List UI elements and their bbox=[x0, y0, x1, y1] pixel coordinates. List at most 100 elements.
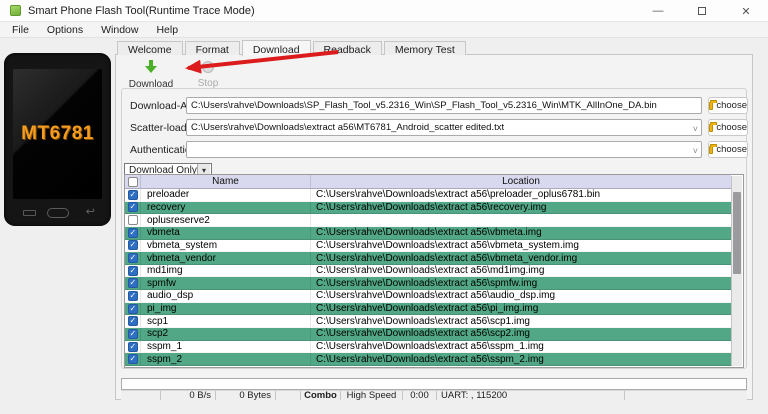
tab-bar: Welcome Format Download Readback Memory … bbox=[117, 40, 468, 56]
scrollbar-thumb[interactable] bbox=[733, 192, 741, 274]
phone-menu-icon bbox=[23, 210, 36, 216]
table-row[interactable]: vbmeta_system C:\Users\rahve\Downloads\e… bbox=[125, 239, 731, 253]
name-column-header[interactable]: Name bbox=[141, 175, 311, 188]
maximize-button[interactable] bbox=[680, 0, 724, 22]
location-column-header[interactable]: Location bbox=[311, 175, 731, 188]
choose-label: choose bbox=[716, 144, 747, 155]
menu-window[interactable]: Window bbox=[92, 23, 147, 37]
row-checkbox[interactable] bbox=[127, 290, 138, 301]
checkbox-cell bbox=[125, 264, 141, 277]
folder-icon bbox=[709, 121, 718, 132]
row-checkbox[interactable] bbox=[127, 240, 138, 251]
status-speed: 0 B/s bbox=[161, 390, 216, 401]
phone-home-icon bbox=[46, 208, 69, 218]
select-all-cell bbox=[125, 175, 141, 188]
stop-button[interactable]: Stop bbox=[183, 60, 233, 89]
row-checkbox[interactable] bbox=[127, 215, 138, 226]
status-empty bbox=[121, 391, 161, 400]
chevron-down-icon[interactable]: ˅ bbox=[693, 122, 698, 135]
row-checkbox[interactable] bbox=[127, 189, 138, 200]
tab-readback[interactable]: Readback bbox=[312, 41, 382, 56]
select-all-checkbox[interactable] bbox=[127, 176, 138, 187]
tab-download[interactable]: Download bbox=[241, 40, 311, 56]
chipset-label: MT6781 bbox=[21, 123, 94, 144]
close-button[interactable]: ✕ bbox=[724, 0, 768, 22]
table-row[interactable]: recovery C:\Users\rahve\Downloads\extrac… bbox=[125, 201, 731, 215]
row-checkbox[interactable] bbox=[127, 253, 138, 264]
row-checkbox[interactable] bbox=[127, 202, 138, 213]
status-bar: 0 B/s 0 Bytes Combo High Speed 0:00 UART… bbox=[121, 390, 747, 401]
download-agent-input[interactable]: C:\Users\rahve\Downloads\SP_Flash_Tool_v… bbox=[186, 97, 702, 114]
table-row[interactable]: vbmeta C:\Users\rahve\Downloads\extract … bbox=[125, 226, 731, 240]
row-checkbox[interactable] bbox=[127, 328, 138, 339]
scatter-file-value: C:\Users\rahve\Downloads\extract a56\MT6… bbox=[191, 122, 505, 133]
row-name: scp2 bbox=[141, 328, 311, 340]
tab-memory-test[interactable]: Memory Test bbox=[383, 41, 466, 56]
menu-options[interactable]: Options bbox=[38, 23, 92, 37]
phone-image: MT6781 ↩ bbox=[4, 53, 111, 226]
table-row[interactable]: scp1 C:\Users\rahve\Downloads\extract a5… bbox=[125, 315, 731, 329]
table-row[interactable]: md1img C:\Users\rahve\Downloads\extract … bbox=[125, 264, 731, 278]
choose-label: choose bbox=[716, 122, 747, 133]
checkbox-cell bbox=[125, 201, 141, 214]
row-name: audio_dsp bbox=[141, 290, 311, 302]
row-name: md1img bbox=[141, 264, 311, 277]
scatter-file-row: Scatter-loading File C:\Users\rahve\Down… bbox=[122, 119, 748, 136]
table-scrollbar[interactable] bbox=[731, 176, 742, 366]
table-row[interactable]: spmfw C:\Users\rahve\Downloads\extract a… bbox=[125, 277, 731, 291]
row-checkbox[interactable] bbox=[127, 278, 138, 289]
row-name: oplusreserve2 bbox=[141, 214, 311, 226]
table-row[interactable]: vbmeta_vendor C:\Users\rahve\Downloads\e… bbox=[125, 252, 731, 265]
tab-welcome[interactable]: Welcome bbox=[117, 41, 183, 56]
checkbox-cell bbox=[125, 353, 141, 365]
row-checkbox[interactable] bbox=[127, 354, 138, 365]
row-checkbox[interactable] bbox=[127, 227, 138, 238]
scatter-file-combobox[interactable]: C:\Users\rahve\Downloads\extract a56\MT6… bbox=[186, 119, 702, 136]
download-agent-row: Download-Agent C:\Users\rahve\Downloads\… bbox=[122, 97, 748, 114]
maximize-icon bbox=[698, 7, 706, 15]
row-checkbox[interactable] bbox=[127, 316, 138, 327]
download-agent-choose-button[interactable]: choose bbox=[708, 97, 748, 114]
download-button[interactable]: Download bbox=[126, 60, 176, 90]
app-icon bbox=[10, 5, 21, 16]
stop-icon bbox=[202, 61, 214, 73]
chevron-down-icon[interactable]: ˅ bbox=[693, 144, 698, 157]
row-checkbox[interactable] bbox=[127, 303, 138, 314]
checkbox-cell bbox=[125, 290, 141, 302]
row-location: C:\Users\rahve\Downloads\extract a56\vbm… bbox=[316, 227, 542, 239]
auth-file-choose-button[interactable]: choose bbox=[708, 141, 748, 158]
progress-bar bbox=[121, 378, 747, 390]
row-location: C:\Users\rahve\Downloads\extract a56\ssp… bbox=[316, 341, 544, 352]
row-checkbox[interactable] bbox=[127, 341, 138, 352]
row-name: preloader bbox=[141, 189, 311, 201]
table-row[interactable]: preloader C:\Users\rahve\Downloads\extra… bbox=[125, 189, 731, 202]
minimize-button[interactable]: — bbox=[636, 0, 680, 22]
checkbox-cell bbox=[125, 239, 141, 252]
menu-help[interactable]: Help bbox=[147, 23, 187, 37]
checkbox-cell bbox=[125, 189, 141, 201]
folder-icon bbox=[709, 99, 718, 110]
table-row[interactable]: sspm_1 C:\Users\rahve\Downloads\extract … bbox=[125, 340, 731, 354]
row-checkbox[interactable] bbox=[127, 265, 138, 276]
phone-keys: ↩ bbox=[4, 206, 111, 219]
partition-table: Name Location preloader C:\Users\rahve\D… bbox=[124, 174, 744, 368]
tab-format[interactable]: Format bbox=[184, 41, 240, 56]
row-name: scp1 bbox=[141, 315, 311, 328]
table-row[interactable]: sspm_2 C:\Users\rahve\Downloads\extract … bbox=[125, 353, 731, 366]
table-row[interactable]: oplusreserve2 bbox=[125, 214, 731, 227]
menu-file[interactable]: File bbox=[3, 23, 38, 37]
folder-icon bbox=[709, 143, 718, 154]
checkbox-cell bbox=[125, 277, 141, 290]
table-row[interactable]: pi_img C:\Users\rahve\Downloads\extract … bbox=[125, 302, 731, 316]
status-speed-mode: High Speed bbox=[341, 390, 403, 401]
auth-file-row: Authentication File ˅ choose bbox=[122, 141, 748, 158]
row-location: C:\Users\rahve\Downloads\extract a56\rec… bbox=[316, 201, 547, 213]
status-bytes: 0 Bytes bbox=[216, 390, 276, 401]
table-row[interactable]: scp2 C:\Users\rahve\Downloads\extract a5… bbox=[125, 328, 731, 341]
checkbox-cell bbox=[125, 340, 141, 353]
row-location: C:\Users\rahve\Downloads\extract a56\md1… bbox=[316, 265, 545, 277]
table-row[interactable]: audio_dsp C:\Users\rahve\Downloads\extra… bbox=[125, 290, 731, 303]
checkbox-cell bbox=[125, 315, 141, 328]
auth-file-combobox[interactable]: ˅ bbox=[186, 141, 702, 158]
scatter-file-choose-button[interactable]: choose bbox=[708, 119, 748, 136]
